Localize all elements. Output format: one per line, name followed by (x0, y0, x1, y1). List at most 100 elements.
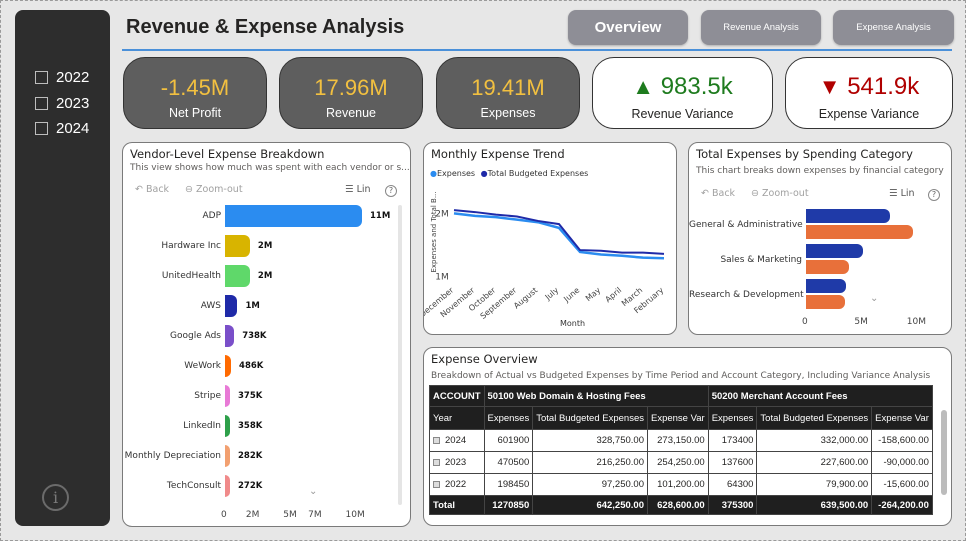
table-cell: 101,200.00 (646, 473, 709, 496)
column-header[interactable]: Expense Var (871, 406, 933, 430)
year-slicer-panel: 2022 2023 2024 i (15, 10, 110, 526)
expenses-line[interactable] (453, 212, 665, 260)
vendor-label: LinkedIn (183, 421, 221, 431)
scroll-down-chevron-icon[interactable]: ⌄ (870, 293, 878, 304)
year-label: 2023 (445, 457, 467, 468)
vendor-bar[interactable] (225, 295, 238, 317)
total-cell: 639,500.00 (756, 495, 873, 515)
vendor-bar[interactable] (225, 385, 230, 407)
checkbox[interactable] (35, 122, 48, 136)
year-option-2022[interactable]: 2022 (35, 65, 89, 91)
category-expense-bar[interactable] (806, 225, 913, 239)
column-header[interactable]: Total Budgeted Expenses (756, 406, 873, 430)
year-label: 2024 (445, 435, 467, 446)
vendor-value-label: 272K (238, 481, 263, 491)
scroll-down-chevron-icon[interactable]: ⌄ (309, 486, 317, 497)
vendor-bar[interactable] (225, 475, 230, 497)
category-expense-bar[interactable] (806, 295, 845, 309)
checkbox[interactable] (35, 96, 48, 110)
scrollbar[interactable] (398, 205, 402, 505)
column-header[interactable]: Expenses (707, 406, 758, 430)
vendor-value-label: 358K (238, 421, 263, 431)
vendor-label: Google Ads (170, 331, 221, 341)
table-cell: 173400 (707, 429, 758, 452)
category-expense-bar[interactable] (806, 260, 849, 274)
kpi-value-text: 541.9k (847, 73, 920, 100)
vendor-label: Monthly Depreciation (124, 451, 221, 461)
vendor-bar[interactable] (225, 415, 230, 437)
vendor-value-label: 375K (238, 391, 263, 401)
vendor-label: TechConsult (166, 481, 221, 491)
table-viewport[interactable]: ACCOUNT 50100 Web Domain & Hosting Fees … (429, 385, 940, 515)
x-tick-label: 0 (802, 317, 808, 327)
trend-line-chart: 2M1MDecemberNovemberOctoberSeptemberAugu… (424, 209, 665, 321)
vendor-bar[interactable] (225, 265, 250, 287)
y-tick-label: 2M (435, 209, 449, 219)
category-bar-chart: General & Administrative Sales & Marketin… (689, 143, 951, 334)
total-label: Total (429, 495, 485, 515)
kpi-value: 19.41M (471, 75, 545, 100)
kpi-label: Expense Variance (818, 107, 920, 121)
kpi-net-profit: -1.45M Net Profit (123, 57, 267, 129)
year-label: 2023 (56, 94, 90, 112)
category-budget-bar[interactable] (806, 279, 846, 293)
table-row[interactable]: 2024 601900 328,750.00 273,150.00 173400 332,… (429, 429, 933, 452)
revenue-analysis-button[interactable]: Revenue Analysis (701, 10, 821, 45)
column-header[interactable]: Expenses (483, 406, 534, 430)
category-budget-bar[interactable] (806, 244, 863, 258)
year-option-2023[interactable]: 2023 (35, 91, 89, 117)
vendor-bar[interactable] (225, 235, 250, 257)
down-triangle-icon: ▼ (818, 74, 841, 99)
vertical-scrollbar[interactable] (941, 410, 947, 495)
table-cell: 227,600.00 (756, 451, 873, 474)
column-header[interactable]: Expense Var (646, 406, 709, 430)
kpi-value: ▲ 983.5k (593, 73, 772, 101)
account-group-header[interactable]: 50100 Web Domain & Hosting Fees (483, 385, 709, 407)
category-budget-bar[interactable] (806, 209, 890, 223)
page-title: Revenue & Expense Analysis (126, 16, 405, 38)
vendor-bar[interactable] (225, 355, 232, 377)
table-cell: -15,600.00 (871, 473, 933, 496)
kpi-value: -1.45M (160, 75, 230, 100)
expand-icon[interactable] (433, 436, 440, 444)
account-group-header[interactable]: 50200 Merchant Account Fees (707, 385, 933, 407)
table-row[interactable]: 2023 470500 216,250.00 254,250.00 137600 227,… (429, 451, 933, 474)
table-cell: 254,250.00 (646, 451, 709, 474)
table-cell: 79,900.00 (756, 473, 873, 496)
kpi-value-text: 983.5k (660, 73, 733, 100)
year-cell: 2022 (429, 473, 485, 496)
table-row[interactable]: 2022 198450 97,250.00 101,200.00 64300 79,900… (429, 473, 933, 496)
vendor-label: Hardware Inc (161, 241, 221, 251)
x-tick-label: 10M (345, 510, 365, 520)
total-cell: -264,200.00 (871, 495, 933, 515)
checkbox[interactable] (35, 71, 48, 85)
vendor-value-label: 2M (257, 271, 273, 281)
x-axis-label: Month (560, 319, 586, 328)
vendor-value-label: 282K (238, 451, 263, 461)
x-tick-label: 5M (854, 317, 868, 327)
y-tick-label: 1M (435, 273, 449, 283)
x-tick-label: 10M (906, 317, 926, 327)
expand-icon[interactable] (433, 458, 440, 466)
kpi-label: Expenses (480, 106, 536, 120)
vendor-label: ADP (202, 211, 221, 221)
vendor-bar[interactable] (225, 445, 230, 467)
table-cell: 198450 (483, 473, 534, 496)
category-label: Research & Development (689, 290, 804, 300)
year-label: 2024 (56, 120, 90, 138)
vendor-value-label: 11M (370, 211, 391, 221)
overview-button[interactable]: Overview (568, 10, 688, 45)
total-row: Total 1270850 642,250.00 628,600.00 375300 63… (429, 495, 933, 515)
vendor-label: Stripe (194, 391, 221, 401)
expand-icon[interactable] (433, 480, 440, 488)
vendor-value-label: 1M (245, 301, 260, 311)
vendor-bar[interactable] (225, 325, 235, 347)
expense-analysis-button[interactable]: Expense Analysis (833, 10, 954, 45)
vendor-bar[interactable] (225, 205, 362, 227)
info-icon[interactable]: i (42, 484, 69, 511)
title-divider (122, 49, 952, 51)
column-header[interactable]: Year (429, 406, 485, 430)
column-header[interactable]: Total Budgeted Expenses (532, 406, 648, 430)
x-tick-label: June (561, 286, 581, 305)
year-option-2024[interactable]: 2024 (35, 116, 89, 142)
